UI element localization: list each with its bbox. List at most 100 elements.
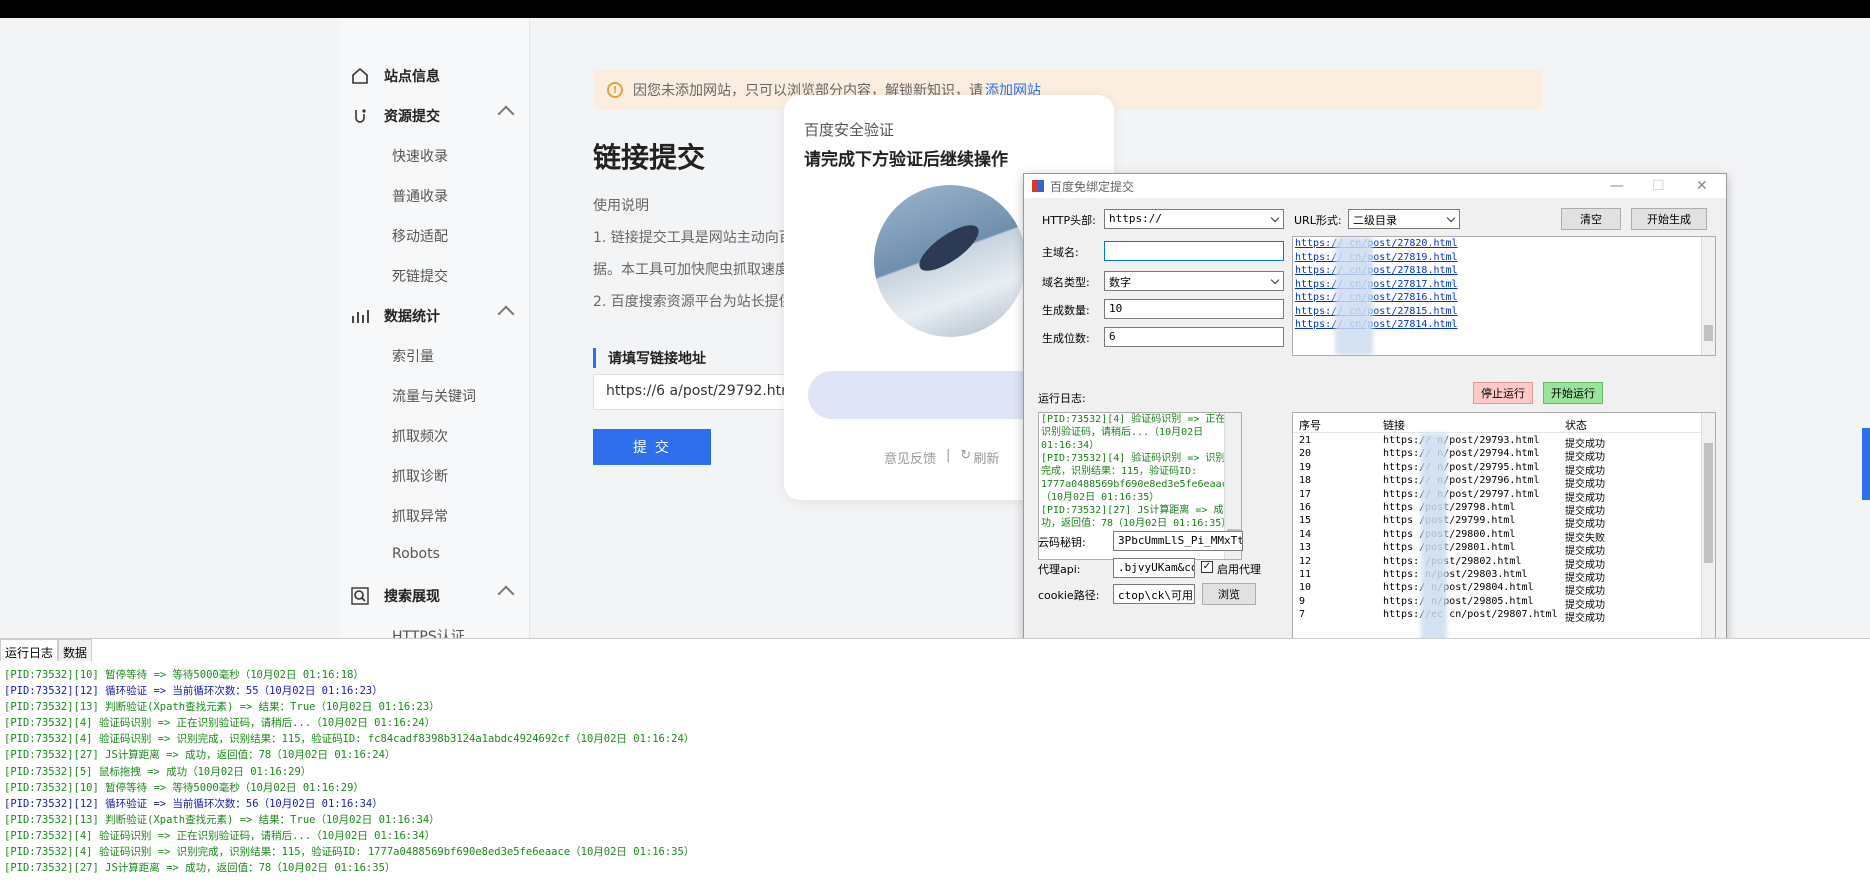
table-row[interactable]: 11 https: n/post/29803.html 提交成功 — [1293, 569, 1703, 584]
log-line: [PID:73532][4] 验证码识别 => 识别完成，识别结果：115，验证… — [1041, 453, 1234, 503]
window-titlebar: 百度免绑定提交 — ☐ ✕ — [1024, 174, 1726, 198]
log-line: [PID:73532][12] 循环验证 => 当前循环次数：56（10月02日… — [4, 797, 383, 810]
feedback-link[interactable]: 意见反馈 — [884, 448, 936, 467]
refresh-icon[interactable]: ↻ — [960, 448, 971, 467]
col-header-link[interactable]: 链接 — [1383, 417, 1405, 433]
col-header-status[interactable]: 状态 — [1565, 417, 1587, 433]
page-title: 链接提交 — [593, 141, 706, 174]
cell-link: https:// n/post/29795.html — [1383, 461, 1540, 473]
chevron-up-icon[interactable] — [497, 305, 515, 323]
clear-button[interactable]: 清空 — [1561, 208, 1621, 230]
cell-index: 20 — [1299, 448, 1312, 460]
table-row[interactable]: 20 https:// n/post/29794.html 提交成功 — [1293, 448, 1703, 463]
sidebar-item-traffic-keywords[interactable]: 流量与关键词 — [392, 386, 476, 406]
chart-icon — [352, 310, 369, 323]
redaction-blur — [1335, 237, 1373, 355]
log-line: [PID:73532][10] 暂停等待 => 等待5000毫秒（10月02日 … — [4, 781, 364, 794]
redaction-blur — [1421, 433, 1447, 673]
scrollbar-thumb[interactable] — [1704, 443, 1713, 563]
table-row[interactable]: 21 https:// n/post/29793.html 提交成功 — [1293, 435, 1703, 450]
sidebar-group-search-display[interactable]: 搜索展现 — [350, 585, 515, 606]
http-select[interactable]: https:// — [1104, 209, 1284, 229]
stop-run-button[interactable]: 停止运行 — [1473, 382, 1533, 404]
url-list-scrollbar[interactable] — [1701, 237, 1715, 355]
sidebar-item-fast-index[interactable]: 快速收录 — [392, 146, 448, 166]
domain-input[interactable] — [1104, 241, 1284, 261]
cell-index: 14 — [1299, 528, 1312, 540]
page-side-tab[interactable] — [1862, 428, 1870, 500]
cell-index: 10 — [1299, 582, 1312, 594]
url-textarea[interactable]: https://6 a/post/29792.htm — [593, 374, 793, 410]
cookie-path-label: cookie路径: — [1038, 589, 1100, 602]
maximize-icon[interactable]: ☐ — [1652, 178, 1665, 194]
close-icon[interactable]: ✕ — [1696, 178, 1708, 194]
log-line: [PID:73532][12] 循环验证 => 当前循环次数：55（10月02日… — [4, 685, 383, 698]
sidebar-item-index-volume[interactable]: 索引量 — [392, 346, 434, 366]
tab-data[interactable]: 数据 — [58, 639, 93, 661]
submit-button[interactable]: 提 交 — [593, 429, 711, 465]
captcha-slider-track[interactable] — [808, 371, 1048, 419]
usage-line: 2. 百度搜索资源平台为站长提供 — [593, 294, 793, 310]
cell-index: 9 — [1299, 595, 1306, 607]
search-icon — [351, 587, 369, 605]
top-black-bar — [0, 0, 1870, 18]
cell-link: https:// n/post/29794.html — [1383, 448, 1540, 460]
table-row[interactable]: 17 https:// n/post/29797.html 提交成功 — [1293, 488, 1703, 504]
home-icon — [352, 67, 368, 84]
table-row[interactable]: 13 https /post/29801.html 提交成功 — [1293, 542, 1703, 557]
cell-index: 18 — [1299, 475, 1312, 487]
generated-url-list[interactable]: https:// cn/post/27820.html https:// cn/… — [1292, 236, 1716, 356]
proxy-api-input[interactable]: .bjvyUKam&count= — [1113, 558, 1195, 578]
cell-link: https:// n/post/29797.html — [1383, 488, 1540, 500]
url-form-select[interactable]: 二级目录 — [1348, 209, 1460, 229]
minimize-icon[interactable]: — — [1610, 178, 1624, 194]
sidebar-item-crawl-errors[interactable]: 抓取异常 — [392, 506, 448, 526]
start-run-button[interactable]: 开始运行 — [1543, 382, 1603, 404]
table-row[interactable]: 19 https:// n/post/29795.html 提交成功 — [1293, 461, 1703, 477]
log-line: [PID:73532][27] JS计算距离 => 成功，返回值：78（10月0… — [4, 862, 396, 875]
table-row[interactable]: 18 https:// n/post/29796.html 提交成功 — [1293, 475, 1703, 490]
sidebar-item-normal-index[interactable]: 普通收录 — [392, 186, 448, 206]
table-row[interactable]: 15 https /post/29799.html 提交成功 — [1293, 515, 1703, 530]
col-header-index[interactable]: 序号 — [1299, 417, 1321, 433]
log-line: [PID:73532][4] 验证码识别 => 正在识别验证码，请稍后...（1… — [4, 829, 436, 842]
log-line: [PID:73532][4] 验证码识别 => 识别完成，识别结果：115，验证… — [4, 733, 695, 746]
sidebar-group-site-info[interactable]: 站点信息 — [350, 66, 440, 86]
sidebar-item-crawl-frequency[interactable]: 抓取频次 — [392, 426, 448, 446]
digits-input[interactable]: 6 — [1104, 327, 1284, 347]
chevron-up-icon[interactable] — [497, 585, 515, 603]
chevron-up-icon[interactable] — [497, 105, 515, 123]
proxy-checkbox[interactable]: ✓ — [1201, 561, 1213, 573]
cell-link: https /post/29801.html — [1383, 542, 1516, 554]
sidebar-item-crawl-diagnosis[interactable]: 抓取诊断 — [392, 466, 448, 486]
domain-type-select[interactable]: 数字 — [1104, 271, 1284, 291]
browse-button[interactable]: 浏览 — [1202, 583, 1256, 605]
sidebar-group-data-stats[interactable]: 数据统计 — [350, 305, 515, 326]
table-vscrollbar[interactable] — [1701, 413, 1715, 669]
log-line: [PID:73532][4] 验证码识别 => 正在识别验证码，请稍后...（1… — [1041, 414, 1226, 451]
tab-run-log[interactable]: 运行日志 — [0, 639, 59, 661]
table-row[interactable]: 12 https: /post/29802.html 提交成功 — [1293, 556, 1703, 571]
table-row[interactable]: 10 https:/ n/post/29804.html 提交成功 — [1293, 582, 1703, 597]
sidebar-item-robots[interactable]: Robots — [392, 546, 440, 562]
table-row[interactable]: 14 https /post/29800.html 提交失败 — [1293, 528, 1703, 544]
cookie-path-input[interactable]: ctop\ck\可用.txt — [1113, 584, 1195, 604]
window-title: 百度免绑定提交 — [1050, 179, 1135, 194]
sidebar-group-resource-submit[interactable]: 资源提交 — [350, 105, 515, 126]
cell-index: 21 — [1299, 435, 1312, 446]
table-row[interactable]: 7 https://ec cn/post/29807.html 提交成功 — [1293, 609, 1703, 624]
table-row[interactable]: 9 https:/ n/post/29805.html 提交成功 — [1293, 595, 1703, 611]
cloud-key-input[interactable]: 3PbcUmmLlS_Pi_MMxTtC8IAv-vIr — [1113, 531, 1243, 551]
scrollbar-thumb[interactable] — [1704, 325, 1713, 341]
cell-index: 17 — [1299, 488, 1312, 500]
sidebar-item-mobile-adapt[interactable]: 移动适配 — [392, 226, 448, 246]
count-input[interactable]: 10 — [1104, 299, 1284, 319]
sidebar-item-deadlink[interactable]: 死链提交 — [392, 266, 448, 286]
table-row[interactable]: 16 https /post/29798.html 提交成功 — [1293, 502, 1703, 517]
refresh-link[interactable]: 刷新 — [973, 448, 999, 467]
log-line: [PID:73532][4] 验证码识别 => 识别完成，识别结果：115，验证… — [4, 846, 695, 859]
cell-link: https:/ n/post/29805.html — [1383, 595, 1534, 607]
cell-index: 11 — [1299, 569, 1312, 580]
sidebar-item-https[interactable]: HTTPS认证 — [392, 626, 465, 638]
start-generate-button[interactable]: 开始生成 — [1631, 208, 1707, 230]
